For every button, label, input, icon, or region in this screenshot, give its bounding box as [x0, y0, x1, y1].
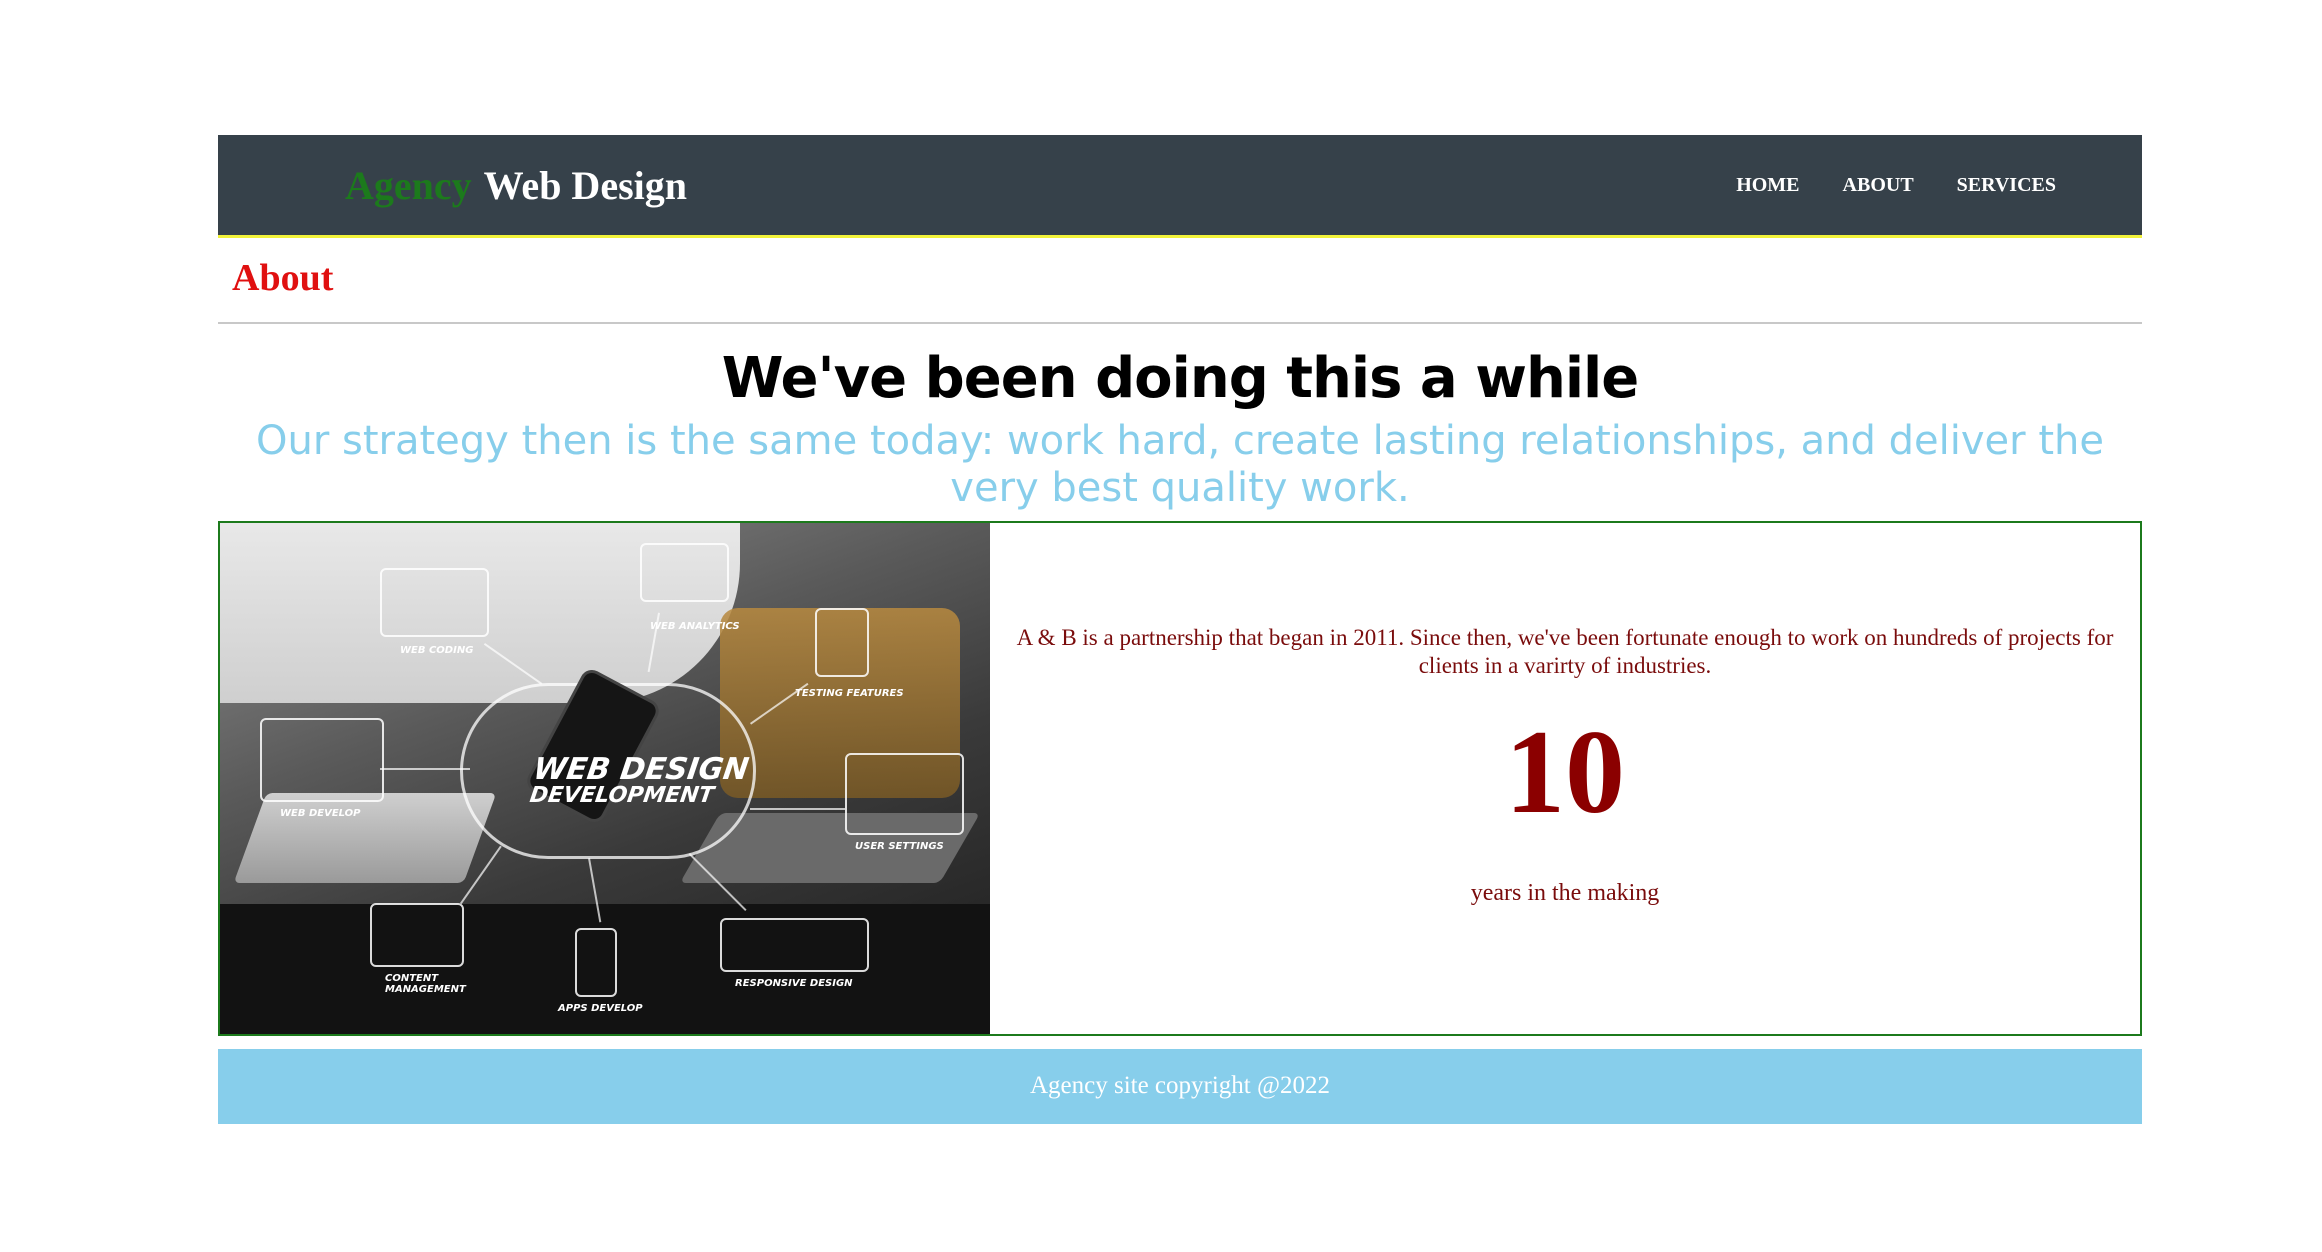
image-label-web-design: WEB DESIGN — [531, 751, 751, 787]
page-subheadline: Our strategy then is the same today: wor… — [256, 417, 2104, 511]
about-content-box: WEB DESIGN DEVELOPMENT WEB CODING WEB AN… — [218, 520, 2142, 1036]
connector-line — [750, 807, 845, 810]
image-label-responsive-design: RESPONSIVE DESIGN — [735, 977, 853, 989]
web-design-development-image: WEB DESIGN DEVELOPMENT WEB CODING WEB AN… — [220, 522, 990, 1034]
image-laptop-shape — [233, 792, 497, 883]
mobile-app-icon — [575, 927, 617, 997]
about-text-column: A & B is a partnership that began in 201… — [990, 523, 2140, 1034]
about-blurb: A & B is a partnership that began in 201… — [1016, 624, 2114, 678]
nav-home-link[interactable]: HOME — [1736, 174, 1799, 197]
page-headline: We've been doing this a while — [721, 346, 1639, 411]
image-label-web-coding: WEB CODING — [400, 644, 474, 656]
responsive-devices-icon — [720, 917, 869, 972]
image-main-label: WEB DESIGN DEVELOPMENT — [528, 751, 751, 808]
user-settings-window-icon — [845, 752, 964, 835]
site-header: Agency Web Design HOME ABOUT SERVICES — [218, 135, 2142, 238]
code-window-icon — [380, 567, 489, 637]
image-label-testing-features: TESTING FEATURES — [795, 687, 904, 699]
years-number: 10 — [1505, 704, 1625, 838]
image-label-user-settings: USER SETTINGS — [855, 840, 944, 852]
clipboard-checklist-icon — [815, 607, 869, 677]
folder-icon — [370, 902, 464, 967]
section-title: About — [232, 257, 334, 299]
section-divider — [218, 322, 2142, 324]
years-caption: years in the making — [1470, 879, 1660, 906]
connector-line — [380, 767, 470, 770]
footer-copyright: Agency site copyright @2022 — [1029, 1072, 1331, 1100]
nav-about-link[interactable]: ABOUT — [1843, 174, 1914, 197]
main-nav: HOME ABOUT SERVICES — [1693, 174, 2056, 197]
site-footer: Agency site copyright @2022 — [218, 1048, 2142, 1124]
gears-window-icon — [260, 717, 384, 802]
brand-word-web-design: Web Design — [483, 162, 687, 208]
image-label-web-analytics: WEB ANALYTICS — [650, 620, 740, 632]
brand-word-agency: Agency — [345, 162, 472, 208]
image-label-web-develop: WEB DEVELOP — [280, 807, 361, 819]
image-label-content-management: CONTENT MANAGEMENT — [385, 972, 466, 995]
nav-services-link[interactable]: SERVICES — [1957, 174, 2056, 197]
page-container: Agency Web Design HOME ABOUT SERVICES Abo… — [218, 135, 2142, 1124]
brand-logo[interactable]: Agency Web Design — [345, 162, 687, 209]
image-label-apps-develop: APPS DEVELOP — [558, 1002, 643, 1014]
image-label-development: DEVELOPMENT — [528, 782, 716, 808]
analytics-window-icon — [640, 542, 729, 602]
